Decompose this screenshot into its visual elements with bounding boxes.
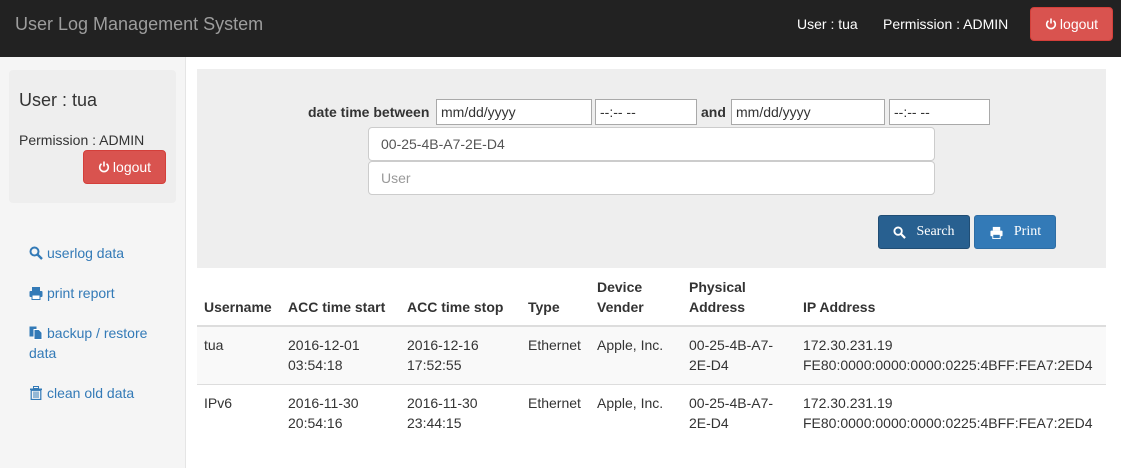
cell-type: Ethernet xyxy=(521,325,590,384)
cell-ipv6: FE80:0000:0000:0000:0225:4BFF:FEA7:2ED4 xyxy=(803,414,1093,431)
cell-ip: 172.30.231.19 FE80:0000:0000:0000:0225:4… xyxy=(796,325,1106,384)
cell-ipv4: 172.30.231.19 xyxy=(803,394,893,411)
cell-physical: 00-25-4B-A7-2E-D4 xyxy=(682,383,796,442)
top-navbar: User Log Management System User : tua Pe… xyxy=(0,0,1121,57)
sidebar-item-label: backup / restore data xyxy=(29,325,148,361)
cell-physical: 00-25-4B-A7-2E-D4 xyxy=(682,325,796,384)
cell-ipv6: FE80:0000:0000:0000:0225:4BFF:FEA7:2ED4 xyxy=(803,357,1093,373)
navbar-logout-label: logout xyxy=(1059,16,1099,32)
sidebar-permission: Permission : ADMIN xyxy=(19,132,145,148)
cell-acc-stop: 2016-12-16 17:52:55 xyxy=(400,325,521,384)
col-type: Type xyxy=(521,268,590,327)
col-ip-address: IP Address xyxy=(796,268,1106,327)
table-row: IPv6 2016-11-30 20:54:16 2016-11-30 23:4… xyxy=(197,383,1106,442)
search-button-label: Search xyxy=(916,224,955,239)
user-input[interactable]: User xyxy=(368,161,935,195)
cell-acc-stop: 2016-11-30 23:44:15 xyxy=(400,383,521,442)
cell-acc-start: 2016-12-01 03:54:18 xyxy=(281,325,400,384)
sidebar-item-print-report[interactable]: print report xyxy=(29,283,115,303)
time-from-input[interactable]: --:-- -- xyxy=(595,99,697,125)
cell-ip: 172.30.231.19 FE80:0000:0000:0000:0225:4… xyxy=(796,383,1106,442)
navbar-permission: Permission : ADMIN xyxy=(883,16,1009,32)
print-icon xyxy=(29,287,43,300)
sidebar-item-label: print report xyxy=(47,285,115,301)
cell-type: Ethernet xyxy=(521,383,590,442)
date-from-input[interactable]: mm/dd/yyyy xyxy=(436,99,592,125)
search-button[interactable]: Search xyxy=(878,215,970,249)
cell-acc-start: 2016-11-30 20:54:16 xyxy=(281,383,400,442)
col-username: Username xyxy=(197,268,281,327)
power-icon xyxy=(98,161,109,173)
print-button-label: Print xyxy=(1013,224,1042,239)
sidebar-item-backup-restore[interactable]: backup / restore data xyxy=(29,323,169,363)
table-row: tua 2016-12-01 03:54:18 2016-12-16 17:52… xyxy=(197,325,1106,384)
col-physical-address: Physical Address xyxy=(682,268,796,327)
app-title[interactable]: User Log Management System xyxy=(15,14,263,35)
sidebar-item-userlog-data[interactable]: userlog data xyxy=(29,243,124,263)
mac-address-input[interactable]: 00-25-4B-A7-2E-D4 xyxy=(368,127,935,161)
trash-icon xyxy=(30,386,42,400)
userlog-table: Username ACC time start ACC time stop Ty… xyxy=(197,268,1106,442)
cell-username: tua xyxy=(197,325,281,384)
cell-vender: Apple, Inc. xyxy=(590,383,682,442)
sidebar: User : tua Permission : ADMIN logout use… xyxy=(0,57,186,468)
cell-username: IPv6 xyxy=(197,383,281,442)
table-header-row: Username ACC time start ACC time stop Ty… xyxy=(197,268,1106,327)
print-icon xyxy=(990,226,1003,239)
sidebar-item-label: userlog data xyxy=(47,245,125,261)
search-icon xyxy=(893,225,907,239)
power-icon xyxy=(1045,18,1056,30)
date-to-input[interactable]: mm/dd/yyyy xyxy=(731,99,885,125)
time-to-input[interactable]: --:-- -- xyxy=(889,99,990,125)
navbar-logout-button[interactable]: logout xyxy=(1030,7,1113,41)
user-info-card: User : tua Permission : ADMIN logout xyxy=(9,70,176,203)
date-range-label: date time between xyxy=(308,104,430,120)
sidebar-logout-label: logout xyxy=(112,159,152,175)
cell-vender: Apple, Inc. xyxy=(590,325,682,384)
sidebar-item-label: clean old data xyxy=(47,385,135,401)
col-acc-start: ACC time start xyxy=(281,268,400,327)
and-label: and xyxy=(701,104,726,120)
files-icon xyxy=(29,326,43,340)
sidebar-logout-button[interactable]: logout xyxy=(83,150,166,184)
col-acc-stop: ACC time stop xyxy=(400,268,521,327)
search-panel: date time between mm/dd/yyyy --:-- -- an… xyxy=(197,69,1106,268)
navbar-user: User : tua xyxy=(797,16,858,32)
col-device-vender: Device Vender xyxy=(590,268,682,327)
search-icon xyxy=(29,246,43,260)
sidebar-user: User : tua xyxy=(19,90,98,110)
cell-ipv4: 172.30.231.19 xyxy=(803,337,893,353)
print-button[interactable]: Print xyxy=(974,215,1056,249)
sidebar-item-clean-old-data[interactable]: clean old data xyxy=(29,383,134,403)
